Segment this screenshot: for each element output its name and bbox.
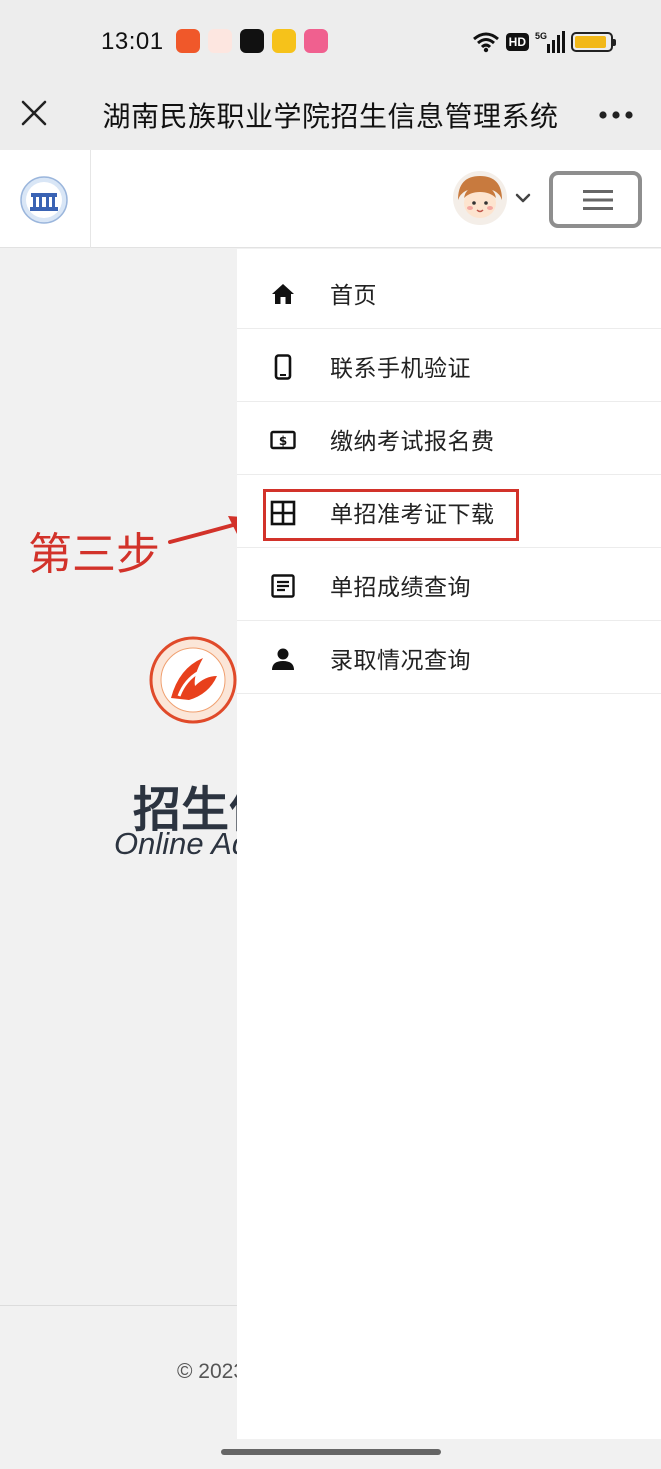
menu-item-label: 首页 <box>330 283 377 309</box>
svg-text:$: $ <box>279 434 287 448</box>
copyright-text: © 2023 <box>177 1360 237 1383</box>
status-bar: 13:01 HD 5G <box>0 0 661 80</box>
avatar[interactable] <box>452 170 508 226</box>
payment-icon: $ <box>270 430 296 450</box>
person-icon <box>272 648 294 670</box>
site-header <box>0 150 661 248</box>
page-title: 湖南民族职业学院招生信息管理系统 <box>102 100 559 133</box>
dropdown-menu: 首页 联系手机验证 $ 缴纳考试报名费 单招准考证下载 单招成绩查询 录取情况查… <box>237 249 661 1439</box>
hero-subtitle: Online Admission <box>114 826 237 861</box>
menu-item-phone-verify[interactable]: 联系手机验证 <box>237 329 661 402</box>
more-icon[interactable] <box>599 110 633 120</box>
battery-level <box>575 36 606 48</box>
live-app-icon <box>304 29 328 53</box>
document-icon <box>271 574 295 598</box>
menu-item-home[interactable]: 首页 <box>237 256 661 329</box>
home-icon <box>272 284 294 304</box>
logo-cell[interactable] <box>0 150 91 248</box>
menu-item-label: 联系手机验证 <box>330 356 471 382</box>
annotation-highlight-box <box>263 489 519 541</box>
menu-item-score-query[interactable]: 单招成绩查询 <box>237 548 661 621</box>
menu-item-label: 缴纳考试报名费 <box>330 429 495 455</box>
status-icons: HD 5G <box>472 28 616 56</box>
chevron-down-icon[interactable] <box>513 188 533 208</box>
phone-icon <box>274 354 292 380</box>
menu-toggle-button[interactable] <box>549 171 642 228</box>
game-app-icon <box>208 29 232 53</box>
video-app-icon <box>176 29 200 53</box>
notes-app-icon <box>272 29 296 53</box>
menu-item-pay-fee[interactable]: $ 缴纳考试报名费 <box>237 402 661 475</box>
status-time: 13:01 <box>101 28 164 55</box>
douyin-app-icon <box>240 29 264 53</box>
browser-title-bar: 湖南民族职业学院招生信息管理系统 <box>0 80 661 150</box>
signal-icon: 5G <box>535 31 565 53</box>
step-annotation-label: 第三步 <box>28 529 160 580</box>
school-logo-icon[interactable] <box>20 176 68 224</box>
menu-item-label: 单招成绩查询 <box>330 575 471 601</box>
hd-badge: HD <box>505 33 529 51</box>
menu-item-label: 录取情况查询 <box>330 648 471 674</box>
wifi-icon <box>472 32 499 53</box>
menu-item-admission-status[interactable]: 录取情况查询 <box>237 621 661 694</box>
footer-divider <box>0 1305 237 1306</box>
college-emblem-icon <box>149 636 237 724</box>
hamburger-icon <box>583 190 613 210</box>
battery-icon <box>571 32 616 52</box>
home-indicator[interactable] <box>221 1449 441 1455</box>
network-type: 5G <box>535 31 547 41</box>
